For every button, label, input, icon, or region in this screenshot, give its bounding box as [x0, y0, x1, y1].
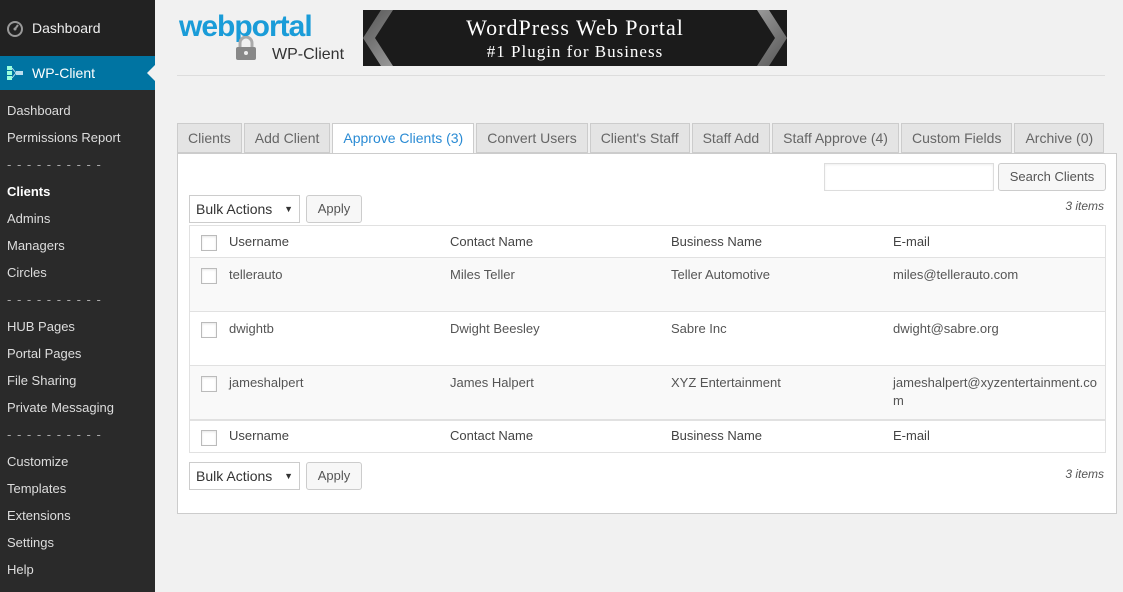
- column-footer-username[interactable]: Username: [229, 427, 429, 445]
- select-all-checkbox[interactable]: [201, 235, 217, 251]
- cell-email: miles@tellerauto.com: [893, 267, 1019, 282]
- client-tabs: Clients Add Client Approve Clients (3) C…: [177, 123, 1106, 154]
- cell-email: jameshalpert@xyzentertainment.com: [893, 375, 1097, 408]
- column-header-contact-name[interactable]: Contact Name: [450, 233, 650, 251]
- sidebar-separator: - - - - - - - - - -: [7, 292, 102, 307]
- items-count-top: 3 items: [1065, 199, 1104, 213]
- cell-business-name: Sabre Inc: [671, 321, 727, 336]
- promo-banner: WordPress Web Portal #1 Plugin for Busin…: [363, 10, 787, 66]
- apply-button-bottom[interactable]: Apply: [306, 462, 362, 490]
- table-header-row: Username Contact Name Business Name E-ma…: [190, 226, 1105, 258]
- table-footer-row: Username Contact Name Business Name E-ma…: [190, 420, 1105, 452]
- bulk-actions-label: Bulk Actions: [196, 201, 273, 217]
- row-checkbox[interactable]: [201, 268, 217, 284]
- cell-email: dwight@sabre.org: [893, 321, 999, 336]
- sidebar-item-circles[interactable]: Circles: [0, 259, 155, 286]
- sidebar-item-managers[interactable]: Managers: [0, 232, 155, 259]
- sidebar-item-customize[interactable]: Customize: [0, 448, 155, 475]
- table-row: tellerauto Miles Teller Teller Automotiv…: [190, 258, 1105, 312]
- dropdown-arrow-icon: ▼: [284, 204, 293, 214]
- dashboard-gauge-icon: [6, 19, 24, 37]
- sidebar-wp-client-label: WP-Client: [32, 65, 96, 81]
- tab-clients-staff[interactable]: Client's Staff: [589, 123, 690, 153]
- dropdown-arrow-icon: ▼: [284, 471, 293, 481]
- cell-business-name: Teller Automotive: [671, 267, 770, 282]
- tab-convert-users[interactable]: Convert Users: [476, 123, 588, 153]
- cell-username[interactable]: tellerauto: [229, 266, 429, 284]
- sidebar-item-help[interactable]: Help: [0, 556, 155, 583]
- row-checkbox[interactable]: [201, 376, 217, 392]
- clients-table: Username Contact Name Business Name E-ma…: [189, 225, 1106, 453]
- plugin-header: webportal WP-Client WordPress Web Portal…: [177, 8, 1105, 68]
- banner-title: WordPress Web Portal: [466, 15, 684, 40]
- tab-approve-clients[interactable]: Approve Clients (3): [332, 123, 475, 154]
- select-all-checkbox-footer[interactable]: [201, 430, 217, 446]
- sidebar-separator: - - - - - - - - - -: [7, 157, 102, 172]
- bulk-actions-label: Bulk Actions: [196, 468, 273, 484]
- sidebar-wp-client-menu[interactable]: WP-Client: [0, 56, 155, 90]
- column-header-username[interactable]: Username: [229, 233, 429, 251]
- row-checkbox[interactable]: [201, 322, 217, 338]
- tab-staff-add[interactable]: Staff Add: [691, 123, 771, 153]
- sidebar-separator: - - - - - - - - - -: [7, 427, 102, 442]
- search-clients-button[interactable]: Search Clients: [998, 163, 1106, 191]
- sidebar-dashboard-link[interactable]: Dashboard: [0, 0, 155, 56]
- sitemap-icon: [6, 64, 24, 82]
- tab-staff-approve[interactable]: Staff Approve (4): [772, 123, 899, 153]
- sidebar-submenu: Dashboard Permissions Report - - - - - -…: [0, 90, 155, 592]
- sidebar-item-portal-pages[interactable]: Portal Pages: [0, 340, 155, 367]
- bulk-actions-select-top[interactable]: Bulk Actions ▼: [189, 195, 300, 223]
- items-count-bottom: 3 items: [1065, 467, 1104, 481]
- padlock-icon: [232, 35, 260, 60]
- tab-custom-fields[interactable]: Custom Fields: [900, 123, 1013, 153]
- sidebar-item-extensions[interactable]: Extensions: [0, 502, 155, 529]
- admin-sidebar: Dashboard WP-Client Dashboard Permission…: [0, 0, 155, 592]
- tab-archive[interactable]: Archive (0): [1014, 123, 1105, 153]
- bulk-actions-select-bottom[interactable]: Bulk Actions ▼: [189, 462, 300, 490]
- logo-subtitle: WP-Client: [272, 46, 345, 63]
- column-footer-email[interactable]: E-mail: [893, 427, 1098, 445]
- sidebar-dashboard-label: Dashboard: [32, 20, 101, 36]
- sidebar-item-permissions-report[interactable]: Permissions Report: [0, 124, 155, 151]
- tab-add-client[interactable]: Add Client: [243, 123, 331, 153]
- cell-contact-name: James Halpert: [450, 375, 534, 390]
- sidebar-item-settings[interactable]: Settings: [0, 529, 155, 556]
- tab-clients[interactable]: Clients: [177, 123, 242, 153]
- approve-clients-panel: Search Clients Bulk Actions ▼ Apply 3 it…: [177, 153, 1117, 514]
- sidebar-item-clients[interactable]: Clients: [0, 178, 155, 205]
- sidebar-item-admins[interactable]: Admins: [0, 205, 155, 232]
- header-divider: [177, 75, 1105, 76]
- sidebar-item-file-sharing[interactable]: File Sharing: [0, 367, 155, 394]
- webportal-logo: webportal WP-Client: [177, 8, 357, 68]
- sidebar-item-templates[interactable]: Templates: [0, 475, 155, 502]
- current-menu-arrow: [147, 65, 155, 81]
- cell-username[interactable]: dwightb: [229, 320, 429, 338]
- cell-username[interactable]: jameshalpert: [229, 374, 429, 392]
- search-input[interactable]: [824, 163, 994, 191]
- cell-contact-name: Miles Teller: [450, 267, 515, 282]
- cell-business-name: XYZ Entertainment: [671, 375, 781, 390]
- cell-contact-name: Dwight Beesley: [450, 321, 540, 336]
- column-footer-business-name[interactable]: Business Name: [671, 427, 871, 445]
- banner-subtitle: #1 Plugin for Business: [486, 42, 664, 61]
- column-header-business-name[interactable]: Business Name: [671, 233, 871, 251]
- apply-button-top[interactable]: Apply: [306, 195, 362, 223]
- table-row: dwightb Dwight Beesley Sabre Inc dwight@…: [190, 312, 1105, 366]
- column-header-email[interactable]: E-mail: [893, 233, 1098, 251]
- table-row: jameshalpert James Halpert XYZ Entertain…: [190, 366, 1105, 420]
- sidebar-item-private-messaging[interactable]: Private Messaging: [0, 394, 155, 421]
- column-footer-contact-name[interactable]: Contact Name: [450, 427, 650, 445]
- sidebar-item-dashboard[interactable]: Dashboard: [0, 97, 155, 124]
- sidebar-item-hub-pages[interactable]: HUB Pages: [0, 313, 155, 340]
